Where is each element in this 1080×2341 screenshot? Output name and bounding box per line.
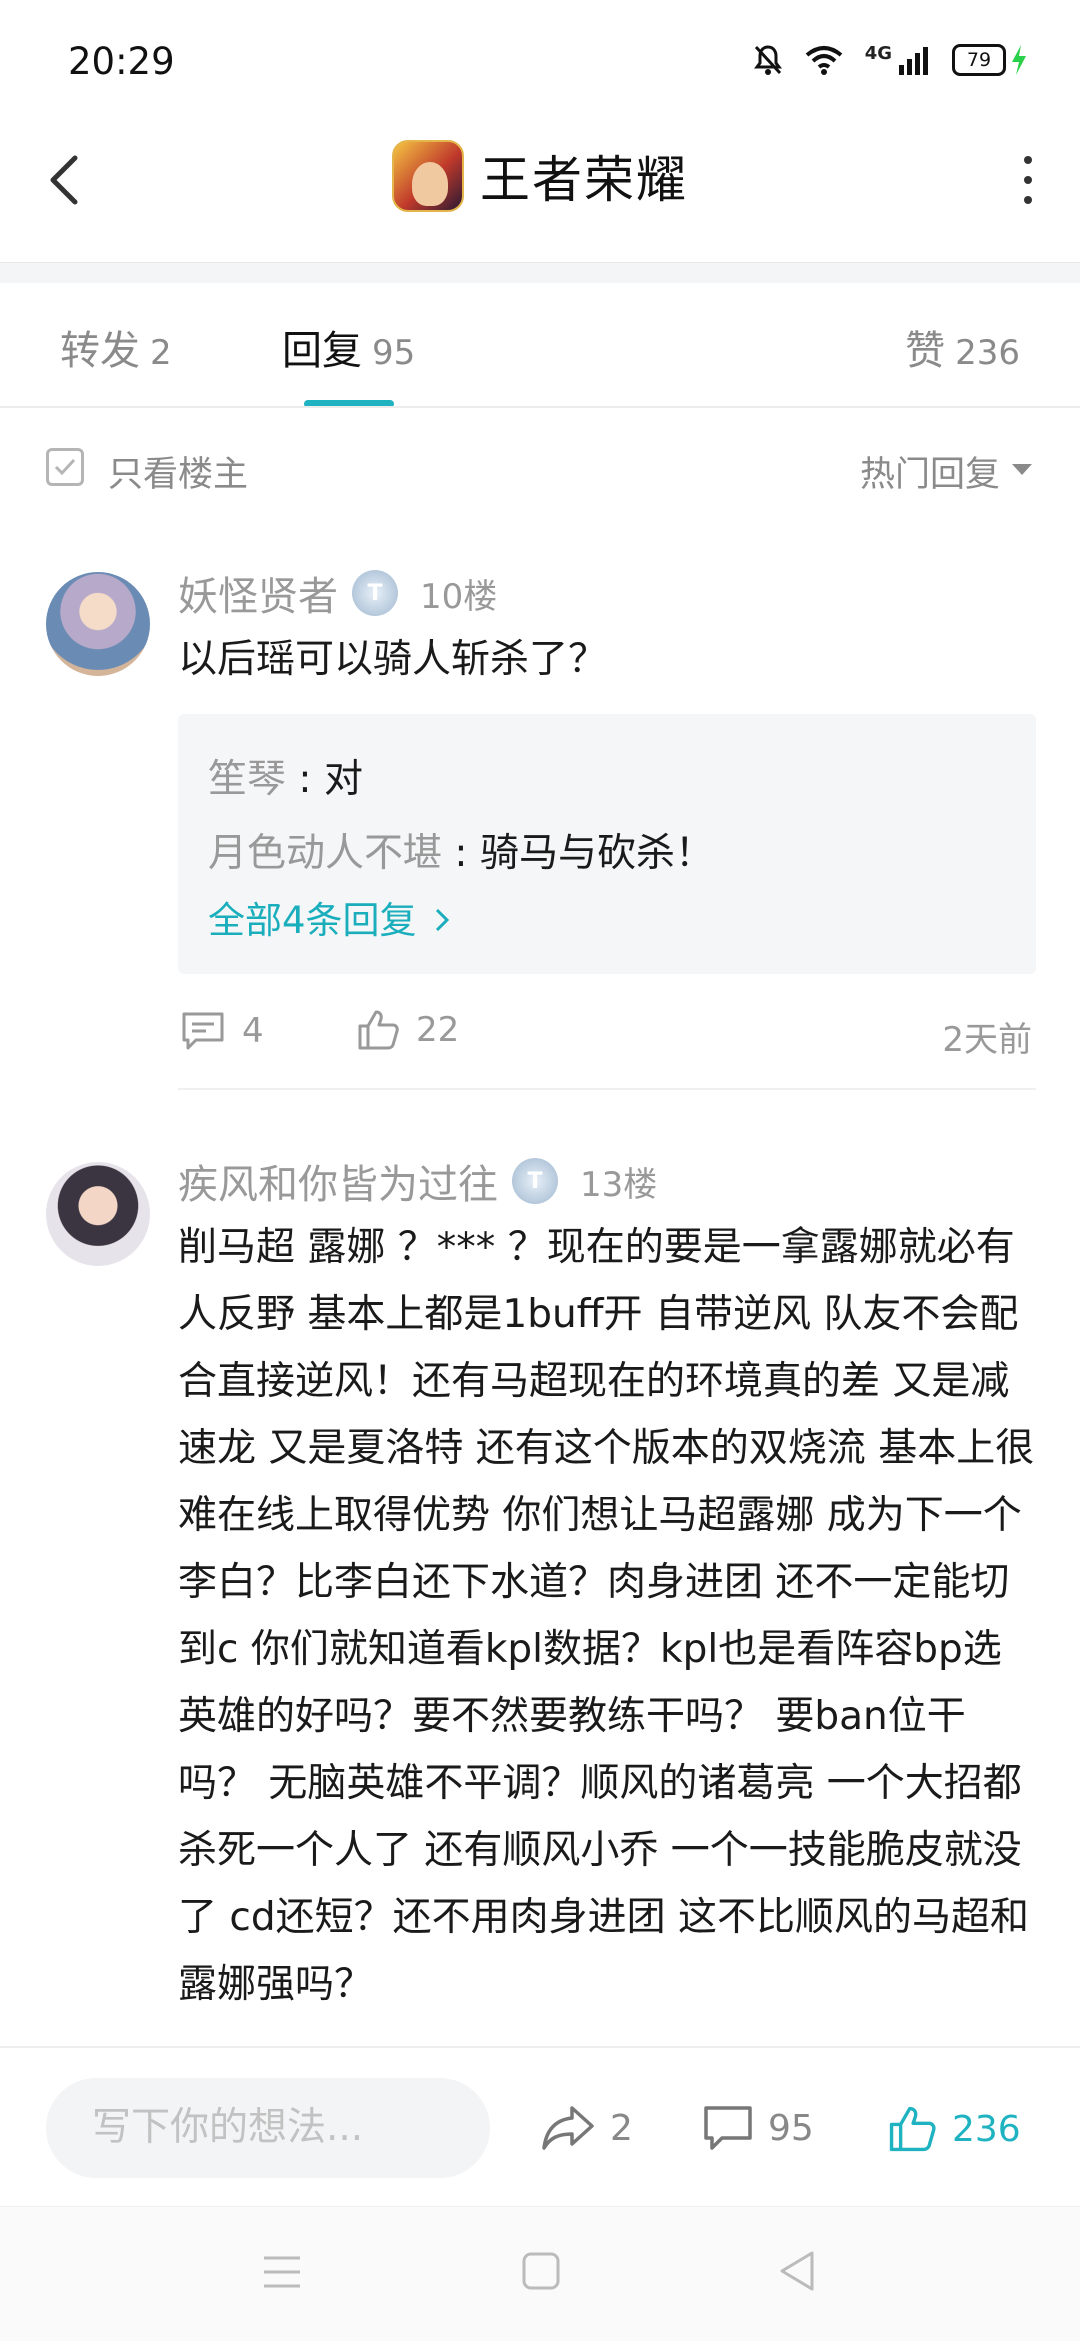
status-time: 20:29 [68,40,175,83]
sub-reply-sep: : [286,757,324,802]
chevron-right-icon [436,908,450,932]
floor-number: 13楼 [580,1164,658,1205]
app-logo[interactable] [392,140,464,212]
network-type: 4G [864,42,892,64]
back-nav-button[interactable] [778,2250,816,2296]
post-text: 削马超 露娜 ？*** ？现在的要是一拿露娜就必有人反野 基本上都是1buff开… [178,1225,1035,2007]
comments-count: 95 [768,2107,814,2149]
tab-count: 236 [955,333,1020,373]
dot-icon [1024,156,1032,164]
like-post-button[interactable]: 236 [886,2104,1021,2154]
tab-replies[interactable]: 回复 95 [282,318,415,376]
triangle-back-icon [780,2251,814,2291]
tab-count: 95 [372,333,416,373]
username[interactable]: 妖怪贤者 [178,564,338,622]
comment-icon [182,1012,224,1050]
tab-label: 回复 [282,328,362,374]
tab-label: 转发 [60,328,140,374]
more-options-button[interactable] [1016,156,1040,204]
charging-bolt-icon [1012,45,1026,75]
share-button[interactable]: 2 [540,2104,633,2152]
sub-reply-text: 对 [323,757,363,802]
avatar[interactable] [46,1162,150,1266]
post-meta: 妖怪贤者 T 10楼 [178,564,497,622]
sub-reply-sep: : [442,831,480,876]
caret-down-icon[interactable] [1012,464,1032,475]
only-op-checkbox[interactable] [46,448,84,486]
thumbs-up-icon [889,2106,936,2152]
share-count: 2 [610,2107,633,2149]
signal-icon [899,47,928,75]
thumbs-up-icon [358,1010,399,1050]
check-icon [54,458,76,476]
floor-number: 10楼 [420,576,498,617]
level-badge-icon: T [352,570,398,616]
sub-reply[interactable]: 笙琴 : 对 [208,748,363,804]
comment-bubble-icon [704,2106,752,2150]
sub-reply-author[interactable]: 月色动人不堪 [208,831,442,876]
sub-reply[interactable]: 月色动人不堪 : 骑马与砍杀！ [208,822,714,878]
tabs-divider [0,406,1080,408]
home-button[interactable] [522,2252,560,2294]
wifi-icon [805,46,842,75]
header: 王者荣耀 [0,140,1080,212]
menu-icon [264,2256,300,2288]
post-divider [178,1088,1036,1090]
mute-bell-icon [753,45,782,75]
dot-icon [1024,176,1032,184]
only-op-label[interactable]: 只看楼主 [108,446,248,497]
status-icons: 4G 79 [753,42,1028,76]
username[interactable]: 疾风和你皆为过往 [178,1152,498,1210]
view-all-replies-label: 全部4条回复 [208,899,417,942]
level-badge-icon: T [512,1158,558,1204]
page-title: 王者荣耀 [480,151,688,209]
sub-reply-author[interactable]: 笙琴 [208,757,286,802]
like-button[interactable]: 22 [356,1008,459,1052]
share-arrow-icon [542,2106,594,2150]
battery-indicator: 79 [952,44,1006,76]
comment-count: 4 [242,1011,264,1051]
comments-button[interactable]: 95 [702,2104,814,2152]
dot-icon [1024,196,1032,204]
tab-count: 2 [150,333,172,373]
post-time: 2天前 [942,1020,1032,1060]
post-text: 以后瑶可以骑人斩杀了？ [178,637,608,682]
like-count: 22 [416,1010,460,1050]
header-divider [0,262,1080,283]
tab-label: 赞 [905,328,946,374]
home-square-icon [522,2252,560,2290]
comment-input[interactable]: 写下你的想法... [46,2078,490,2178]
avatar[interactable] [46,572,150,676]
recent-apps-button[interactable] [262,2254,302,2294]
like-count: 236 [952,2108,1021,2150]
sub-reply-text: 骑马与砍杀！ [479,831,714,876]
tab-likes[interactable]: 赞 236 [905,318,1020,376]
view-all-replies-link[interactable]: 全部4条回复 [208,890,450,944]
battery-level: 79 [966,49,992,71]
sort-dropdown[interactable]: 热门回复 [860,446,1000,497]
comment-button[interactable]: 4 [180,1010,264,1052]
post-meta: 疾风和你皆为过往 T 13楼 [178,1152,657,1210]
tab-reposts[interactable]: 转发 2 [60,318,172,376]
